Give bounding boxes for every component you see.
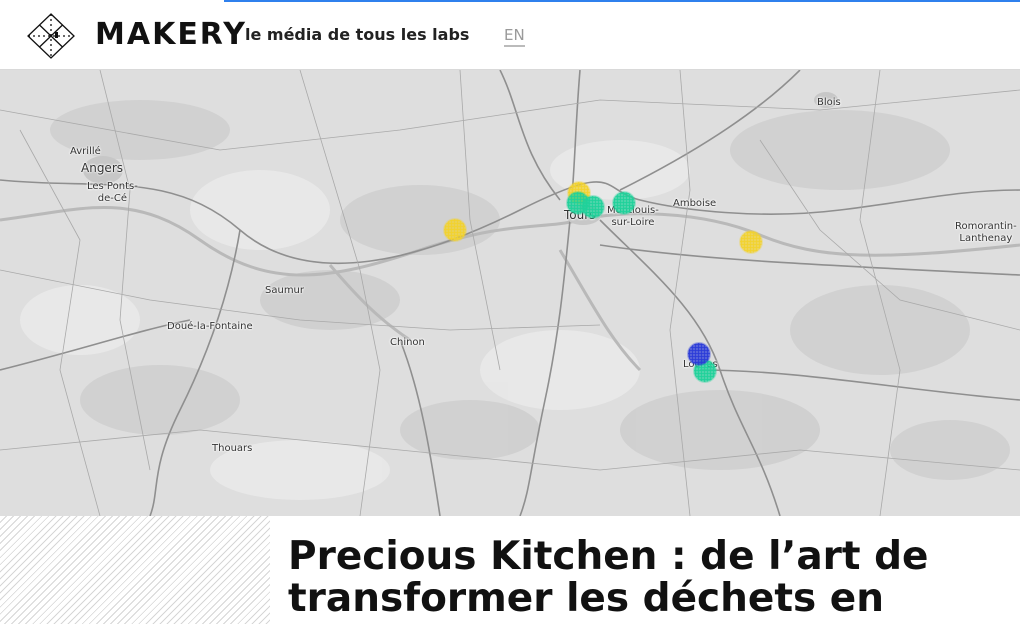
- article-title: Precious Kitchen : de l’art de transform…: [288, 534, 929, 621]
- map-place-label: Thouars: [212, 443, 253, 454]
- map-place-label: Amboise: [673, 198, 717, 209]
- map-place-label: Saumur: [265, 285, 305, 296]
- map-place-label: Les Ponts- de-Cé: [87, 181, 138, 204]
- lab-marker-green[interactable]: [582, 196, 604, 218]
- lab-marker-green[interactable]: [613, 192, 635, 214]
- makery-logo-icon[interactable]: [26, 12, 76, 60]
- map-place-label: Chinon: [390, 337, 425, 348]
- labs-map[interactable]: Blois Avrillé Angers Les Ponts- de-Cé To…: [0, 70, 1020, 516]
- site-tagline: le média de tous les labs: [245, 25, 470, 44]
- lab-marker-yellow[interactable]: [444, 219, 466, 241]
- page-loading-bar: [224, 0, 1020, 2]
- lab-marker-yellow[interactable]: [740, 231, 762, 253]
- map-place-label: Doué-la-Fontaine: [167, 321, 253, 332]
- map-place-label: Blois: [817, 97, 841, 108]
- map-place-label: Avrillé: [70, 146, 101, 157]
- brand-wordmark[interactable]: MAKERY: [95, 17, 247, 53]
- map-tiles: [0, 70, 1020, 516]
- language-switch-link[interactable]: EN: [504, 26, 525, 47]
- map-place-label: Angers: [81, 161, 123, 175]
- site-header: MAKERY le média de tous les labs EN: [0, 0, 1020, 70]
- lab-marker-blue[interactable]: [688, 343, 710, 365]
- map-place-label: Romorantin- Lanthenay: [955, 221, 1017, 244]
